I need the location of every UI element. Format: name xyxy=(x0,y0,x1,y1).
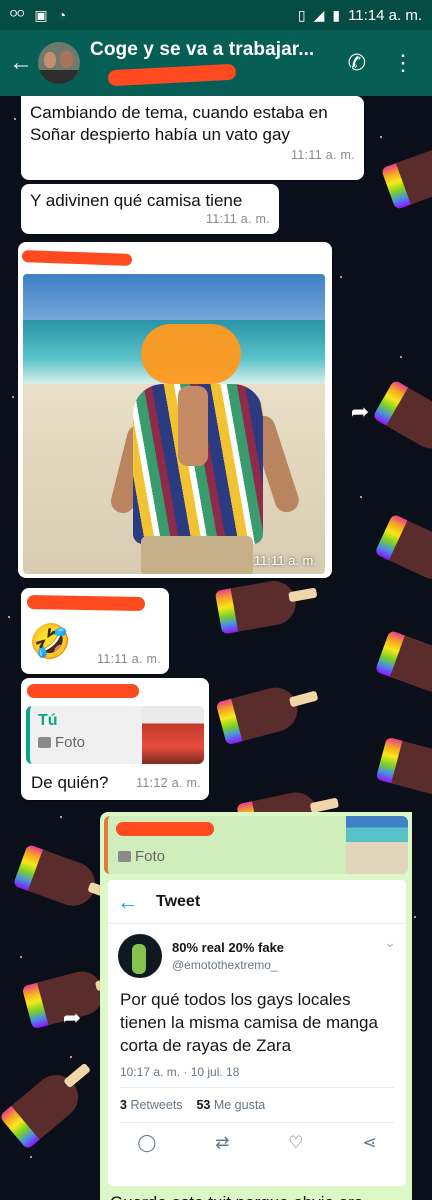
rofl-emoji: 🤣 xyxy=(29,623,72,661)
beach-photo[interactable]: 11:11 a. m. xyxy=(23,274,325,574)
reply-icon: ◯ xyxy=(137,1133,157,1152)
vibrate-icon: ▯ xyxy=(297,7,306,23)
image-icon: ▣ xyxy=(34,7,48,23)
sender-name-redaction xyxy=(27,684,139,698)
reply-message-bubble[interactable]: Tú Foto De quién? 11:12 a. m. xyxy=(21,678,209,800)
message-bubble[interactable]: Cambiando de tema, cuando estaba en Soña… xyxy=(21,96,364,180)
retweet-icon: ⇄ xyxy=(215,1133,230,1152)
tweet-screenshot: ← Tweet 80% real 20% fake @emotothextrem… xyxy=(108,880,406,1186)
message-time: 11:12 a. m. xyxy=(136,776,201,790)
tweet-stats: 3 Retweets 53 Me gusta xyxy=(120,1087,394,1123)
tweet-display-name: 80% real 20% fake xyxy=(172,940,285,955)
message-time: 11:11 a. m. xyxy=(97,652,161,666)
tweet-header-title: Tweet xyxy=(156,892,201,910)
forward-icon[interactable]: ➦ xyxy=(58,1004,86,1032)
tweet-actions: ◯ ⇄ ♡ ⋖ xyxy=(108,1123,406,1163)
message-text: De quién? xyxy=(31,773,109,792)
wifi-icon: ◔ xyxy=(57,7,67,23)
photo-time: 11:11 a. m. xyxy=(253,553,317,568)
tweet-avatar xyxy=(118,934,162,978)
chevron-down-icon: ⌄ xyxy=(384,934,396,950)
message-bubble[interactable]: 🤣 11:11 a. m. xyxy=(21,588,169,674)
message-text: Cambiando de tema, cuando estaba en Soña… xyxy=(30,103,328,144)
chat-header: ← Coge y se va a trabajar... ✆ ⋮ xyxy=(0,30,432,96)
status-time: 11:14 a. m. xyxy=(348,6,422,24)
add-call-icon[interactable]: ✆ xyxy=(348,50,366,76)
popsicle-decoration xyxy=(375,736,432,800)
signal-icon: ◢ xyxy=(313,7,325,23)
tweet-handle: @emotothextremo_ xyxy=(172,958,278,972)
camera-icon xyxy=(38,737,51,748)
quoted-author-redaction xyxy=(116,822,214,836)
share-icon: ⋖ xyxy=(362,1133,377,1152)
tweet-user: 80% real 20% fake @emotothextremo_ ⌄ xyxy=(108,924,406,978)
retweet-count: 3 xyxy=(120,1098,127,1112)
tweet-header: ← Tweet xyxy=(108,880,406,924)
quoted-photo-thumbnail xyxy=(346,816,408,874)
message-text: Guarde este tuit porque obvio era xyxy=(110,1192,363,1200)
like-count: 53 xyxy=(196,1098,211,1112)
retweet-label: Retweets xyxy=(130,1098,183,1112)
battery-icon: ▮ xyxy=(332,7,341,23)
more-vert-icon[interactable]: ⋮ xyxy=(392,50,414,76)
popsicle-decoration xyxy=(12,843,118,913)
popsicle-decoration xyxy=(0,1062,92,1150)
popsicle-decoration xyxy=(215,682,319,746)
popsicle-decoration xyxy=(374,629,432,699)
popsicle-decoration xyxy=(214,577,318,635)
sender-name-redaction xyxy=(21,250,133,266)
group-avatar[interactable] xyxy=(38,42,80,84)
message-text: Y adivinen qué camisa tiene xyxy=(30,191,243,210)
popsicle-decoration xyxy=(374,513,432,587)
quoted-message[interactable]: Tú Foto xyxy=(26,706,204,764)
quoted-photo-thumbnail xyxy=(142,706,204,764)
outgoing-message-bubble[interactable]: Foto ← Tweet 80% real 20% fake @emotothe… xyxy=(100,812,412,1200)
popsicle-decoration xyxy=(380,141,432,211)
face-redaction xyxy=(141,324,241,384)
forward-icon[interactable]: ➦ xyxy=(346,398,374,426)
voicemail-icon: ᴼᴼ xyxy=(10,7,25,23)
chat-title-area[interactable]: Coge y se va a trabajar... xyxy=(90,39,348,87)
message-time: 11:11 a. m. xyxy=(291,148,355,162)
quoted-message[interactable]: Foto xyxy=(104,816,408,874)
tweet-body: Por qué todos los gays locales tienen la… xyxy=(120,990,378,1055)
redaction-mark xyxy=(107,63,237,87)
camera-icon xyxy=(118,851,131,862)
message-bubble[interactable]: Y adivinen qué camisa tiene 11:11 a. m. xyxy=(21,184,279,234)
chat-title: Coge y se va a trabajar... xyxy=(90,39,315,60)
chat-area[interactable]: Cambiando de tema, cuando estaba en Soña… xyxy=(0,96,432,1200)
like-label: Me gusta xyxy=(213,1098,266,1112)
photo-message-bubble[interactable]: 11:11 a. m. xyxy=(18,242,332,578)
heart-icon: ♡ xyxy=(288,1133,304,1152)
tweet-date: 10:17 a. m. · 10 jul. 18 xyxy=(120,1065,240,1079)
popsicle-decoration xyxy=(372,379,432,457)
back-arrow-icon: ← xyxy=(117,888,139,914)
status-bar: ᴼᴼ ▣ ◔ ▯ ◢ ▮ 11:14 a. m. xyxy=(0,0,432,30)
sender-name-redaction xyxy=(26,594,146,612)
message-time: 11:11 a. m. xyxy=(206,212,270,226)
back-arrow-icon[interactable]: ← xyxy=(4,49,38,77)
